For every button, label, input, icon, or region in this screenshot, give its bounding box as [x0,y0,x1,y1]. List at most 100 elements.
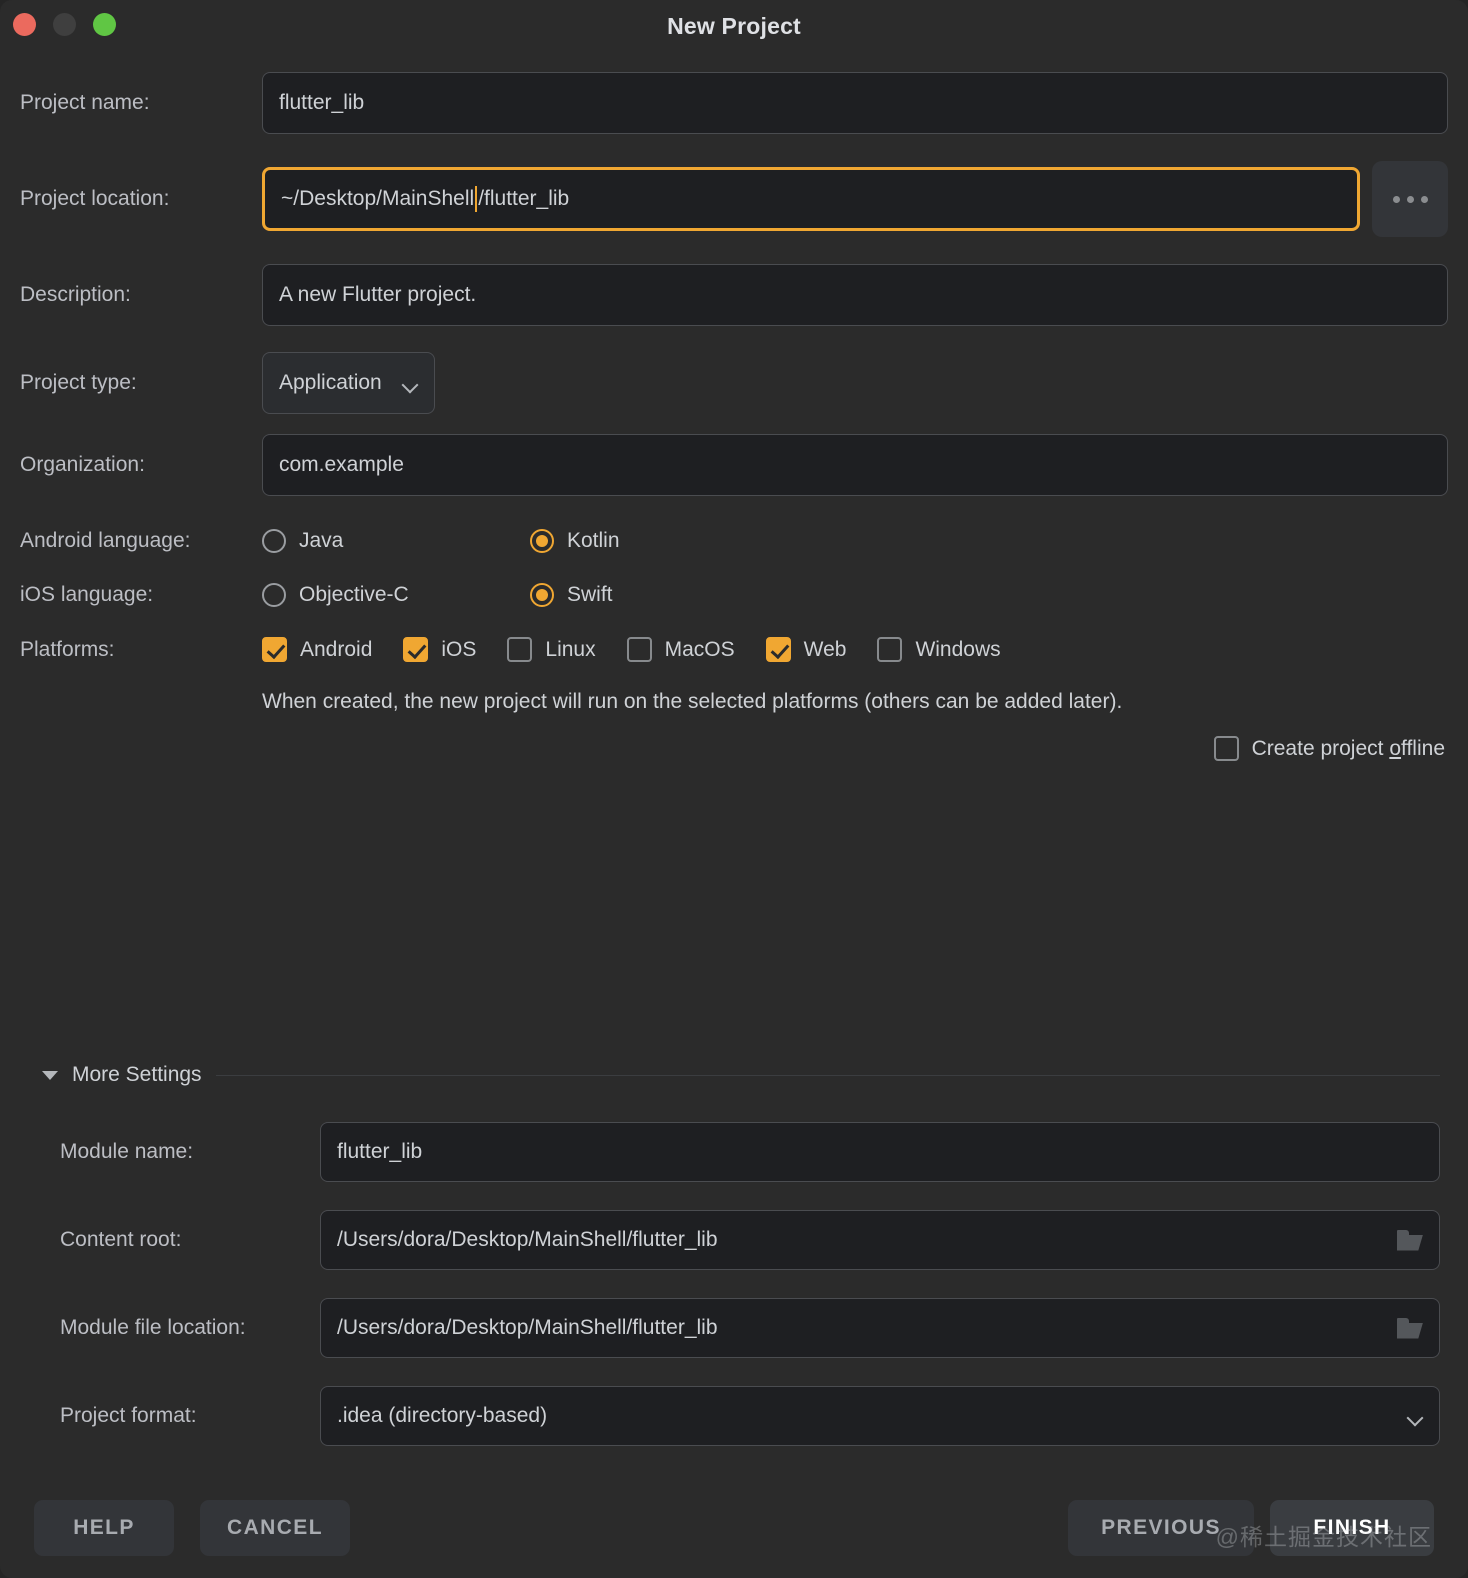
mnemonic-char: o [1389,736,1402,760]
organization-input[interactable]: com.example [262,434,1448,496]
organization-row: Organization: com.example [20,434,1448,496]
content-root-label: Content root: [60,1228,182,1251]
previous-button[interactable]: PREVIOUS [1068,1500,1254,1556]
project-type-label: Project type: [20,371,137,394]
more-settings-section: More Settings Module name: flutter_lib C… [0,1063,1468,1446]
cancel-button[interactable]: CANCEL [200,1500,350,1556]
window-controls [13,13,116,36]
checkbox-label-windows: Windows [915,637,1001,661]
project-location-row: Project location: ~/Desktop/MainShell/fl… [20,161,1448,237]
folder-open-icon-module-file-location[interactable] [1397,1317,1423,1339]
project-format-label: Project format: [60,1404,197,1427]
checkbox-create-project-offline[interactable]: Create project offline [1213,736,1445,761]
form-body: Project name: flutter_lib Project locati… [0,72,1468,761]
project-location-value-before-caret: ~/Desktop/MainShell [281,187,475,210]
content-root-row: Content root: /Users/dora/Desktop/MainSh… [28,1210,1440,1270]
radio-label-objective-c: Objective-C [299,583,409,606]
dialog-footer: HELP CANCEL PREVIOUS FINISH [0,1478,1468,1578]
checkbox-platform-windows[interactable]: Windows [877,637,1001,662]
checkbox-platform-web[interactable]: Web [765,637,847,662]
module-name-input[interactable]: flutter_lib [320,1122,1440,1182]
ios-language-label: iOS language: [20,583,154,606]
description-label: Description: [20,283,131,306]
project-name-input[interactable]: flutter_lib [262,72,1448,134]
radio-android-kotlin[interactable]: Kotlin [530,529,620,553]
checkbox-label-linux: Linux [545,637,596,661]
module-file-location-row: Module file location: /Users/dora/Deskto… [28,1298,1440,1358]
radio-android-java[interactable]: Java [262,529,530,553]
radio-label-java: Java [299,529,344,552]
radio-icon-java [262,529,286,553]
checkbox-icon-macos [626,637,652,662]
platforms-hint-row: When created, the new project will run o… [20,690,1448,714]
project-name-row: Project name: flutter_lib [20,72,1448,134]
create-offline-row: Create project offline [20,736,1448,761]
project-type-select[interactable]: Application [262,352,435,414]
checkbox-label-android: Android [300,637,373,661]
text-caret [475,186,478,212]
checkbox-icon-ios [403,637,429,662]
project-type-row: Project type: Application [20,352,1448,414]
platforms-row: Platforms: Android iOS Linux MacOS Web W… [20,637,1448,662]
more-settings-title: More Settings [72,1063,202,1086]
folder-open-icon-content-root[interactable] [1397,1229,1423,1251]
checkbox-label-web: Web [803,637,847,661]
checkbox-platform-android[interactable]: Android [262,637,372,662]
checkbox-icon-web [765,637,791,662]
checkbox-platform-linux[interactable]: Linux [507,637,596,662]
project-location-label: Project location: [20,187,170,210]
ios-language-row: iOS language: Objective-C Swift [20,583,1448,607]
checkbox-label-create-offline: Create project offline [1251,736,1445,760]
maximize-button[interactable] [93,13,116,36]
new-project-dialog: New Project Project name: flutter_lib Pr… [0,0,1468,1578]
title-bar: New Project [0,0,1468,50]
finish-button[interactable]: FINISH [1270,1500,1434,1556]
chevron-down-icon-more-settings [42,1070,58,1080]
platforms-label: Platforms: [20,637,115,661]
checkbox-platform-ios[interactable]: iOS [403,637,476,662]
description-input[interactable]: A new Flutter project. [262,264,1448,326]
separator-line [215,1074,1440,1076]
project-location-input[interactable]: ~/Desktop/MainShell/flutter_lib [262,167,1360,231]
chevron-down-icon [404,379,418,388]
description-row: Description: A new Flutter project. [20,264,1448,326]
content-root-input[interactable]: /Users/dora/Desktop/MainShell/flutter_li… [320,1210,1440,1270]
more-settings-header[interactable]: More Settings [28,1063,1440,1087]
ellipsis-icon-dot-1 [1392,195,1400,203]
content-root-value: /Users/dora/Desktop/MainShell/flutter_li… [337,1228,718,1251]
chevron-down-icon-project-format [1409,1412,1423,1421]
radio-label-swift: Swift [567,583,613,606]
module-name-row: Module name: flutter_lib [28,1122,1440,1182]
radio-icon-kotlin [530,529,554,553]
browse-location-button[interactable] [1372,161,1448,237]
radio-label-kotlin: Kotlin [567,529,620,552]
radio-icon-swift [530,583,554,607]
checkbox-label-ios: iOS [441,637,477,661]
checkbox-icon-windows [877,637,903,662]
module-file-location-input[interactable]: /Users/dora/Desktop/MainShell/flutter_li… [320,1298,1440,1358]
module-file-location-label: Module file location: [60,1316,246,1339]
checkbox-icon-create-offline [1213,736,1239,761]
android-language-label: Android language: [20,529,191,552]
module-name-label: Module name: [60,1140,194,1163]
checkbox-icon-android [262,637,287,662]
checkbox-icon-linux [507,637,533,662]
platforms-hint-text: When created, the new project will run o… [262,690,1123,713]
android-language-row: Android language: Java Kotlin [20,529,1448,553]
radio-ios-swift[interactable]: Swift [530,583,613,607]
minimize-button[interactable] [53,13,76,36]
organization-label: Organization: [20,453,145,476]
project-format-value: .idea (directory-based) [337,1404,548,1427]
ellipsis-icon-dot-3 [1420,195,1428,203]
ellipsis-icon-dot-2 [1406,195,1414,203]
radio-icon-objective-c [262,583,286,607]
checkbox-platform-macos[interactable]: MacOS [626,637,735,662]
close-button[interactable] [13,13,36,36]
project-location-value-after-caret: /flutter_lib [478,187,570,210]
help-button[interactable]: HELP [34,1500,174,1556]
project-format-row: Project format: .idea (directory-based) [28,1386,1440,1446]
project-format-select[interactable]: .idea (directory-based) [320,1386,1440,1446]
radio-ios-objective-c[interactable]: Objective-C [262,583,530,607]
project-name-label: Project name: [20,91,150,114]
project-type-value: Application [279,371,382,394]
